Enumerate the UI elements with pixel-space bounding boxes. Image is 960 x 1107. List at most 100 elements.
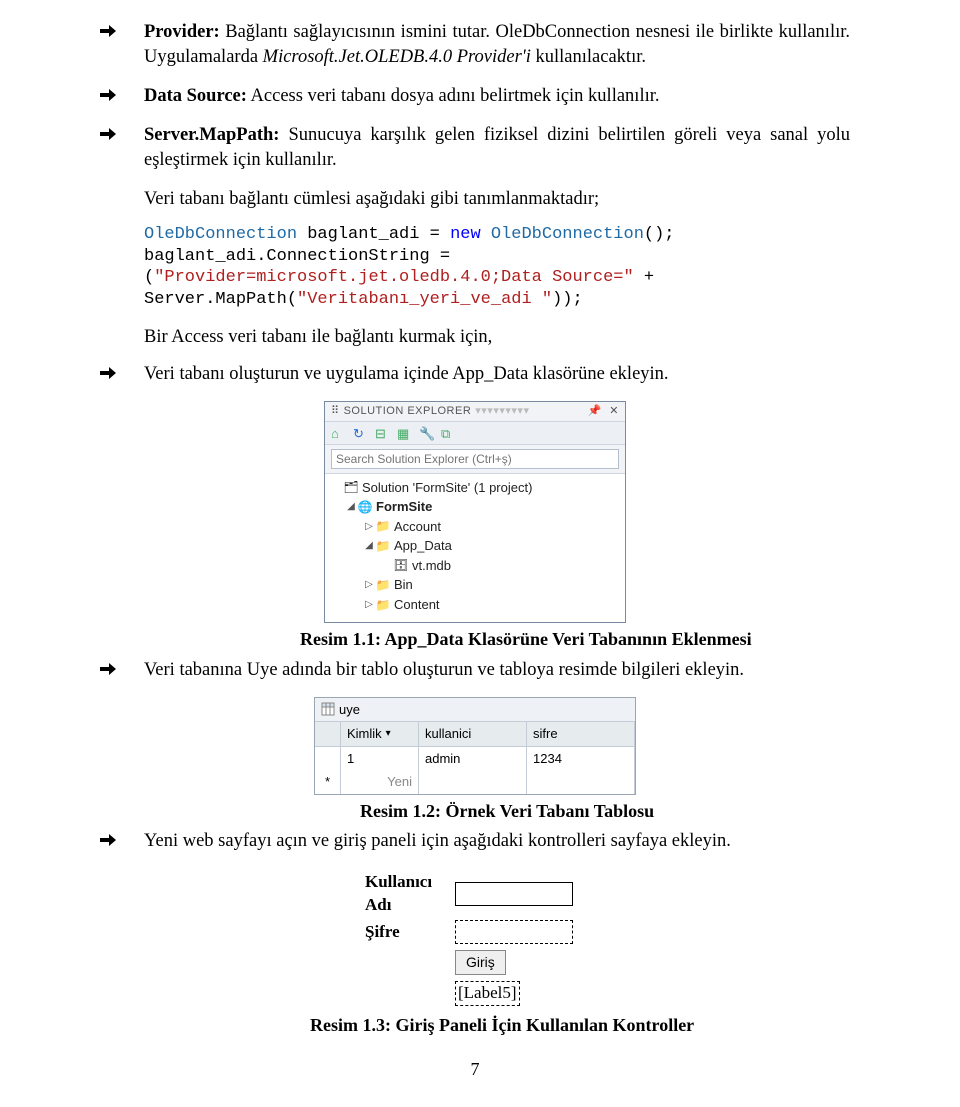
new-row-icon: *	[315, 770, 341, 794]
tree-folder-bin[interactable]: ▷ 📁 Bin	[327, 575, 623, 595]
globe-icon: 🌐	[357, 499, 373, 515]
cell-kimlik: 1	[341, 747, 419, 771]
tree-folder-appdata[interactable]: ◢ 📁 App_Data	[327, 536, 623, 556]
figure-caption-1: Resim 1.1: App_Data Klasörüne Veri Taban…	[300, 627, 850, 651]
panel-toolbar: ⌂ ↻ ⊟ ▦ 🔧 ⧉	[325, 421, 625, 445]
arrow-icon	[100, 20, 144, 70]
chevron-right-icon: ▷	[363, 598, 375, 612]
properties-icon[interactable]: 🔧	[419, 425, 435, 441]
figure-login-panel: KullanıcıAdı Şifre Giriş [Label5]	[100, 868, 850, 1009]
figure-caption-2: Resim 1.2: Örnek Veri Tabanı Tablosu	[360, 799, 850, 823]
dropdown-icon: ▾	[386, 727, 391, 741]
pin-icon[interactable]: 📌	[588, 405, 602, 417]
table-row-new[interactable]: * Yeni	[315, 770, 635, 794]
database-icon: 🗄	[393, 557, 409, 573]
code-string: "Provider=microsoft.jet.oledb.4.0;Data S…	[154, 268, 633, 287]
panel-title: SOLUTION EXPLORER	[344, 404, 472, 419]
chevron-down-icon: ◢	[363, 539, 375, 553]
panel-titlebar: ⠿ SOLUTION EXPLORER ▾▾▾▾▾▾▾▾▾ 📌 ✕	[325, 402, 625, 421]
copy-icon[interactable]: ⧉	[441, 425, 457, 441]
document-page: Provider: Bağlantı sağlayıcısının ismini…	[0, 0, 960, 1101]
uye-tab[interactable]: uye	[315, 698, 635, 723]
folder-icon: 📁	[375, 577, 391, 593]
term-mappath: Server.MapPath:	[144, 125, 279, 145]
tree-folder-content[interactable]: ▷ 📁 Content	[327, 595, 623, 615]
bullet-mappath: Server.MapPath: Sunucuya karşılık gelen …	[100, 123, 850, 173]
bullet-text: Veri tabanı oluşturun ve uygulama içinde…	[144, 362, 850, 387]
figure-caption-3: Resim 1.3: Giriş Paneli İçin Kullanılan …	[310, 1013, 850, 1037]
term-datasource: Data Source:	[144, 86, 247, 106]
figure-solution-explorer: ⠿ SOLUTION EXPLORER ▾▾▾▾▾▾▾▾▾ 📌 ✕ ⌂ ↻ ⊟ …	[100, 401, 850, 624]
tree-folder-account[interactable]: ▷ 📁 Account	[327, 517, 623, 537]
cell-new: Yeni	[341, 770, 419, 794]
table-row[interactable]: 1 admin 1234	[315, 747, 635, 771]
term-provider: Provider:	[144, 22, 220, 42]
row-selector	[315, 747, 341, 771]
refresh-icon[interactable]: ↻	[353, 425, 369, 441]
folder-icon: 📁	[375, 518, 391, 534]
bullet-step-uye: Veri tabanına Uye adında bir tablo oluşt…	[100, 658, 850, 683]
grip-icon: ⠿	[331, 404, 340, 419]
tree-solution[interactable]: 🗂 Solution 'FormSite' (1 project)	[327, 478, 623, 498]
row-selector-header	[315, 722, 341, 746]
folder-icon: 📁	[375, 538, 391, 554]
bullet-text: Veri tabanına Uye adında bir tablo oluşt…	[144, 658, 850, 683]
arrow-icon	[100, 658, 144, 683]
chevron-right-icon: ▷	[363, 578, 375, 592]
label5-placeholder: [Label5]	[455, 981, 520, 1006]
col-kimlik[interactable]: Kimlik▾	[341, 722, 419, 746]
login-row-btn: Giriş	[365, 947, 585, 978]
label-kullanici-adi: KullanıcıAdı	[365, 871, 455, 917]
panel-search	[325, 445, 625, 474]
cell-kullanici: admin	[419, 747, 527, 771]
bullet-step-appdata: Veri tabanı oluşturun ve uygulama içinde…	[100, 362, 850, 387]
arrow-icon	[100, 84, 144, 109]
code-keyword: new	[450, 225, 481, 244]
table-icon	[321, 702, 335, 716]
code-block: OleDbConnection baglant_adi = new OleDbC…	[144, 224, 850, 311]
bullet-provider: Provider: Bağlantı sağlayıcısının ismini…	[100, 20, 850, 70]
paragraph: Veri tabanı bağlantı cümlesi aşağıdaki g…	[144, 187, 850, 212]
bullet-text: Server.MapPath: Sunucuya karşılık gelen …	[144, 123, 850, 173]
password-input[interactable]	[455, 920, 573, 944]
login-row-pass: Şifre	[365, 920, 585, 944]
code-type: OleDbConnection	[144, 225, 297, 244]
arrow-icon	[100, 123, 144, 173]
bullet-step-web: Yeni web sayfayı açın ve giriş paneli iç…	[100, 829, 850, 854]
search-input[interactable]	[331, 449, 619, 469]
col-kullanici[interactable]: kullanici	[419, 722, 527, 746]
chevron-down-icon: ◢	[345, 500, 357, 514]
code-string: "Veritabanı_yeri_ve_adi "	[297, 290, 552, 309]
tree-project[interactable]: ◢ 🌐 FormSite	[327, 497, 623, 517]
uye-table-panel: uye Kimlik▾ kullanici sifre 1 admin 1234…	[314, 697, 636, 795]
login-button[interactable]: Giriş	[455, 950, 506, 975]
arrow-icon	[100, 362, 144, 387]
home-icon[interactable]: ⌂	[331, 425, 347, 441]
arrow-icon	[100, 829, 144, 854]
close-icon[interactable]: ✕	[609, 405, 619, 417]
cell-sifre: 1234	[527, 747, 635, 771]
solution-tree: 🗂 Solution 'FormSite' (1 project) ◢ 🌐 Fo…	[325, 474, 625, 623]
uye-tab-label: uye	[339, 701, 360, 719]
login-panel-mock: KullanıcıAdı Şifre Giriş [Label5]	[365, 868, 585, 1009]
showall-icon[interactable]: ▦	[397, 425, 413, 441]
login-row-user: KullanıcıAdı	[365, 871, 585, 917]
solution-explorer-panel: ⠿ SOLUTION EXPLORER ▾▾▾▾▾▾▾▾▾ 📌 ✕ ⌂ ↻ ⊟ …	[324, 401, 626, 624]
username-input[interactable]	[455, 882, 573, 906]
figure-uye-table: uye Kimlik▾ kullanici sifre 1 admin 1234…	[100, 697, 850, 795]
paragraph: Bir Access veri tabanı ile bağlantı kurm…	[144, 325, 850, 350]
collapse-icon[interactable]: ⊟	[375, 425, 391, 441]
login-row-label5: [Label5]	[365, 981, 585, 1006]
col-sifre[interactable]: sifre	[527, 722, 635, 746]
label-sifre: Şifre	[365, 921, 455, 944]
solution-icon: 🗂	[343, 479, 359, 495]
page-number: 7	[100, 1057, 850, 1081]
bullet-text: Data Source: Access veri tabanı dosya ad…	[144, 84, 850, 109]
bullet-text: Provider: Bağlantı sağlayıcısının ismini…	[144, 20, 850, 70]
uye-header-row: Kimlik▾ kullanici sifre	[315, 722, 635, 747]
chevron-right-icon: ▷	[363, 520, 375, 534]
bullet-text: Yeni web sayfayı açın ve giriş paneli iç…	[144, 829, 850, 854]
bullet-datasource: Data Source: Access veri tabanı dosya ad…	[100, 84, 850, 109]
folder-icon: 📁	[375, 597, 391, 613]
tree-file-vtmdb[interactable]: 🗄 vt.mdb	[327, 556, 623, 576]
